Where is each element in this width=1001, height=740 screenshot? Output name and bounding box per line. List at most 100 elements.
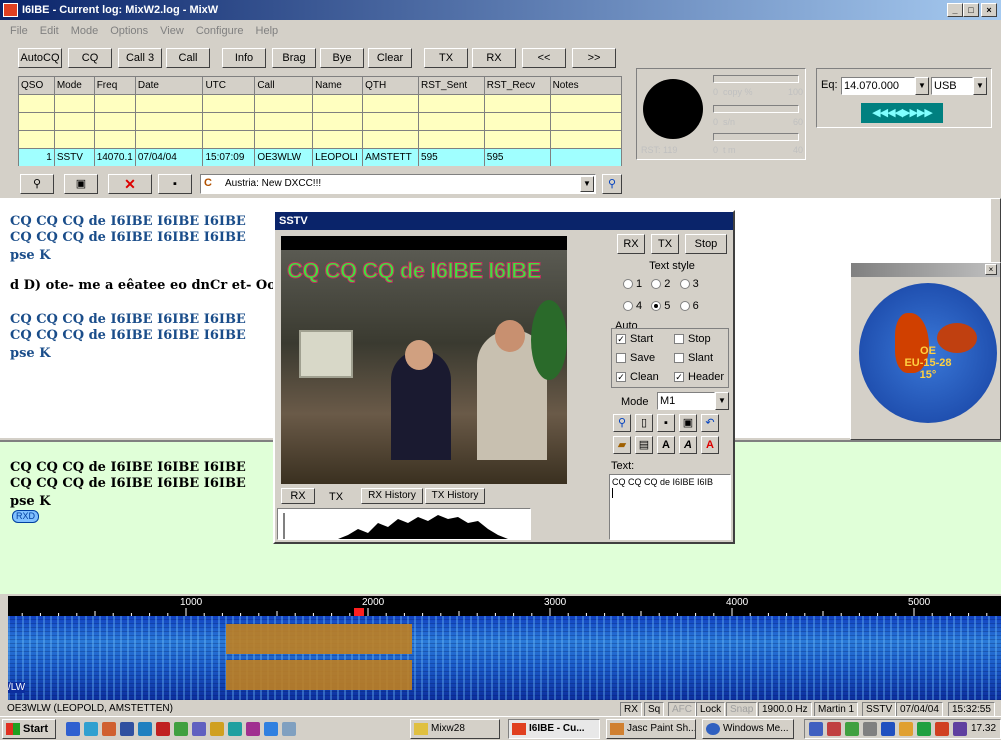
rx-button[interactable]: RX <box>472 48 516 68</box>
app-icon[interactable] <box>264 722 278 736</box>
window-button[interactable]: ▣ <box>64 174 98 194</box>
mode-select[interactable]: USB <box>931 77 973 95</box>
auto-start-checkbox[interactable]: ✓ Start <box>616 333 653 345</box>
tune-arrows[interactable]: ◀◀◀◀▶▶▶▶ <box>861 103 943 123</box>
next-button[interactable]: >> <box>572 48 616 68</box>
start-button[interactable]: Start <box>2 719 56 739</box>
sstv-text-input[interactable]: CQ CQ CQ de I6IBE I6IB <box>609 474 731 540</box>
auto-header-checkbox[interactable]: ✓ Header <box>674 371 724 383</box>
paste-icon[interactable]: ▤ <box>635 436 653 454</box>
new-file-icon[interactable]: ▯ <box>635 414 653 432</box>
col-rst-sent[interactable]: RST_Sent <box>418 76 485 95</box>
app-icon[interactable] <box>120 722 134 736</box>
tray-icon[interactable] <box>917 722 931 736</box>
delete-button[interactable]: ✕ <box>108 174 152 194</box>
style-radio-3[interactable]: 3 <box>679 278 699 290</box>
close-button[interactable]: × <box>981 3 997 17</box>
sstv-mode-dropdown[interactable]: ▼ <box>715 392 729 410</box>
zoom-icon[interactable]: ⚲ <box>613 414 631 432</box>
minimize-button[interactable]: _ <box>947 3 963 17</box>
app-icon[interactable] <box>282 722 296 736</box>
mode-dropdown[interactable]: ▼ <box>973 77 987 95</box>
tray-icon[interactable] <box>863 722 877 736</box>
sstv-stop-button[interactable]: Stop <box>685 234 727 254</box>
style-radio-6[interactable]: 6 <box>679 300 699 312</box>
undo-icon[interactable]: ↶ <box>701 414 719 432</box>
prev-button[interactable]: << <box>522 48 566 68</box>
style-radio-2[interactable]: 2 <box>651 278 670 290</box>
maximize-button[interactable]: □ <box>963 3 979 17</box>
sstv-rx-button[interactable]: RX <box>617 234 645 254</box>
task-mixw28[interactable]: Mixw28 <box>410 719 500 739</box>
auto-stop-checkbox[interactable]: Stop <box>674 333 711 345</box>
map-close-button[interactable]: × <box>985 264 997 275</box>
app-icon[interactable] <box>156 722 170 736</box>
tab-tx-history[interactable]: TX History <box>425 488 485 504</box>
task-mixw[interactable]: I6IBE - Cu... <box>508 719 600 739</box>
desktop-icon[interactable] <box>84 722 98 736</box>
open-folder-icon[interactable]: ▰ <box>613 436 631 454</box>
table-row[interactable]: 1 SSTV 14070.1 07/04/04 15:07:09 OE3WLW … <box>18 148 622 166</box>
col-qth[interactable]: QTH <box>362 76 420 95</box>
tab-rx[interactable]: RX <box>281 488 315 504</box>
ie-icon[interactable] <box>66 722 80 736</box>
auto-slant-checkbox[interactable]: Slant <box>674 352 713 364</box>
col-date[interactable]: Date <box>134 76 204 95</box>
freq-input[interactable]: 14.070.000 <box>841 77 915 95</box>
task-mediaplayer[interactable]: Windows Me... <box>702 719 794 739</box>
text-italic-icon[interactable]: A <box>679 436 697 454</box>
tray-icon[interactable] <box>935 722 949 736</box>
app-icon[interactable] <box>246 722 260 736</box>
menu-mode[interactable]: Mode <box>65 20 105 42</box>
style-radio-4[interactable]: 4 <box>623 300 642 312</box>
app-icon[interactable] <box>192 722 206 736</box>
task-paintshop[interactable]: Jasc Paint Sh... <box>606 719 696 739</box>
tuning-marker[interactable] <box>354 608 364 616</box>
cq-button[interactable]: CQ <box>68 48 112 68</box>
col-notes[interactable]: Notes <box>549 76 622 95</box>
lookup-button[interactable]: ⚲ <box>602 174 622 194</box>
tray-icon[interactable] <box>845 722 859 736</box>
app-icon[interactable] <box>210 722 224 736</box>
template-icon[interactable]: ▣ <box>679 414 697 432</box>
app-icon[interactable] <box>174 722 188 736</box>
style-radio-5[interactable]: 5 <box>651 300 670 312</box>
text-color-icon[interactable]: A <box>701 436 719 454</box>
style-radio-1[interactable]: 1 <box>623 278 642 290</box>
call3-button[interactable]: Call 3 <box>118 48 162 68</box>
waterfall-display[interactable]: /LW <box>8 616 1001 700</box>
tab-rx-history[interactable]: RX History <box>361 488 423 504</box>
binoculars-button[interactable]: ⚲ <box>20 174 54 194</box>
menu-configure[interactable]: Configure <box>190 20 250 42</box>
tray-icon[interactable] <box>809 722 823 736</box>
save-log-button[interactable]: ▪ <box>158 174 192 194</box>
autocq-button[interactable]: AutoCQ <box>18 48 62 68</box>
brag-button[interactable]: Brag <box>272 48 316 68</box>
col-call[interactable]: Call <box>254 76 314 95</box>
tray-icon[interactable] <box>899 722 913 736</box>
col-utc[interactable]: UTC <box>202 76 256 95</box>
menu-help[interactable]: Help <box>250 20 285 42</box>
bye-button[interactable]: Bye <box>320 48 364 68</box>
info-button[interactable]: Info <box>222 48 266 68</box>
save-icon[interactable]: ▪ <box>657 414 675 432</box>
tray-icon[interactable] <box>881 722 895 736</box>
app-icon[interactable] <box>102 722 116 736</box>
dxcc-field[interactable]: Austria: New DXCC!!! <box>200 174 596 194</box>
menu-edit[interactable]: Edit <box>34 20 65 42</box>
freq-dropdown[interactable]: ▼ <box>915 77 929 95</box>
tray-icon[interactable] <box>953 722 967 736</box>
tray-icon[interactable] <box>827 722 841 736</box>
sstv-tx-button[interactable]: TX <box>651 234 679 254</box>
col-mode[interactable]: Mode <box>53 76 95 95</box>
col-freq[interactable]: Freq <box>93 76 136 95</box>
rxd-tag[interactable]: RXD <box>12 510 40 523</box>
col-name[interactable]: Name <box>312 76 364 95</box>
tx-button[interactable]: TX <box>424 48 468 68</box>
clear-button[interactable]: Clear <box>368 48 412 68</box>
col-qso[interactable]: QSO <box>18 76 55 95</box>
app-icon[interactable] <box>228 722 242 736</box>
call-button[interactable]: Call <box>166 48 210 68</box>
auto-clean-checkbox[interactable]: ✓ Clean <box>616 371 659 383</box>
sstv-mode-select[interactable]: M1 <box>657 392 715 410</box>
